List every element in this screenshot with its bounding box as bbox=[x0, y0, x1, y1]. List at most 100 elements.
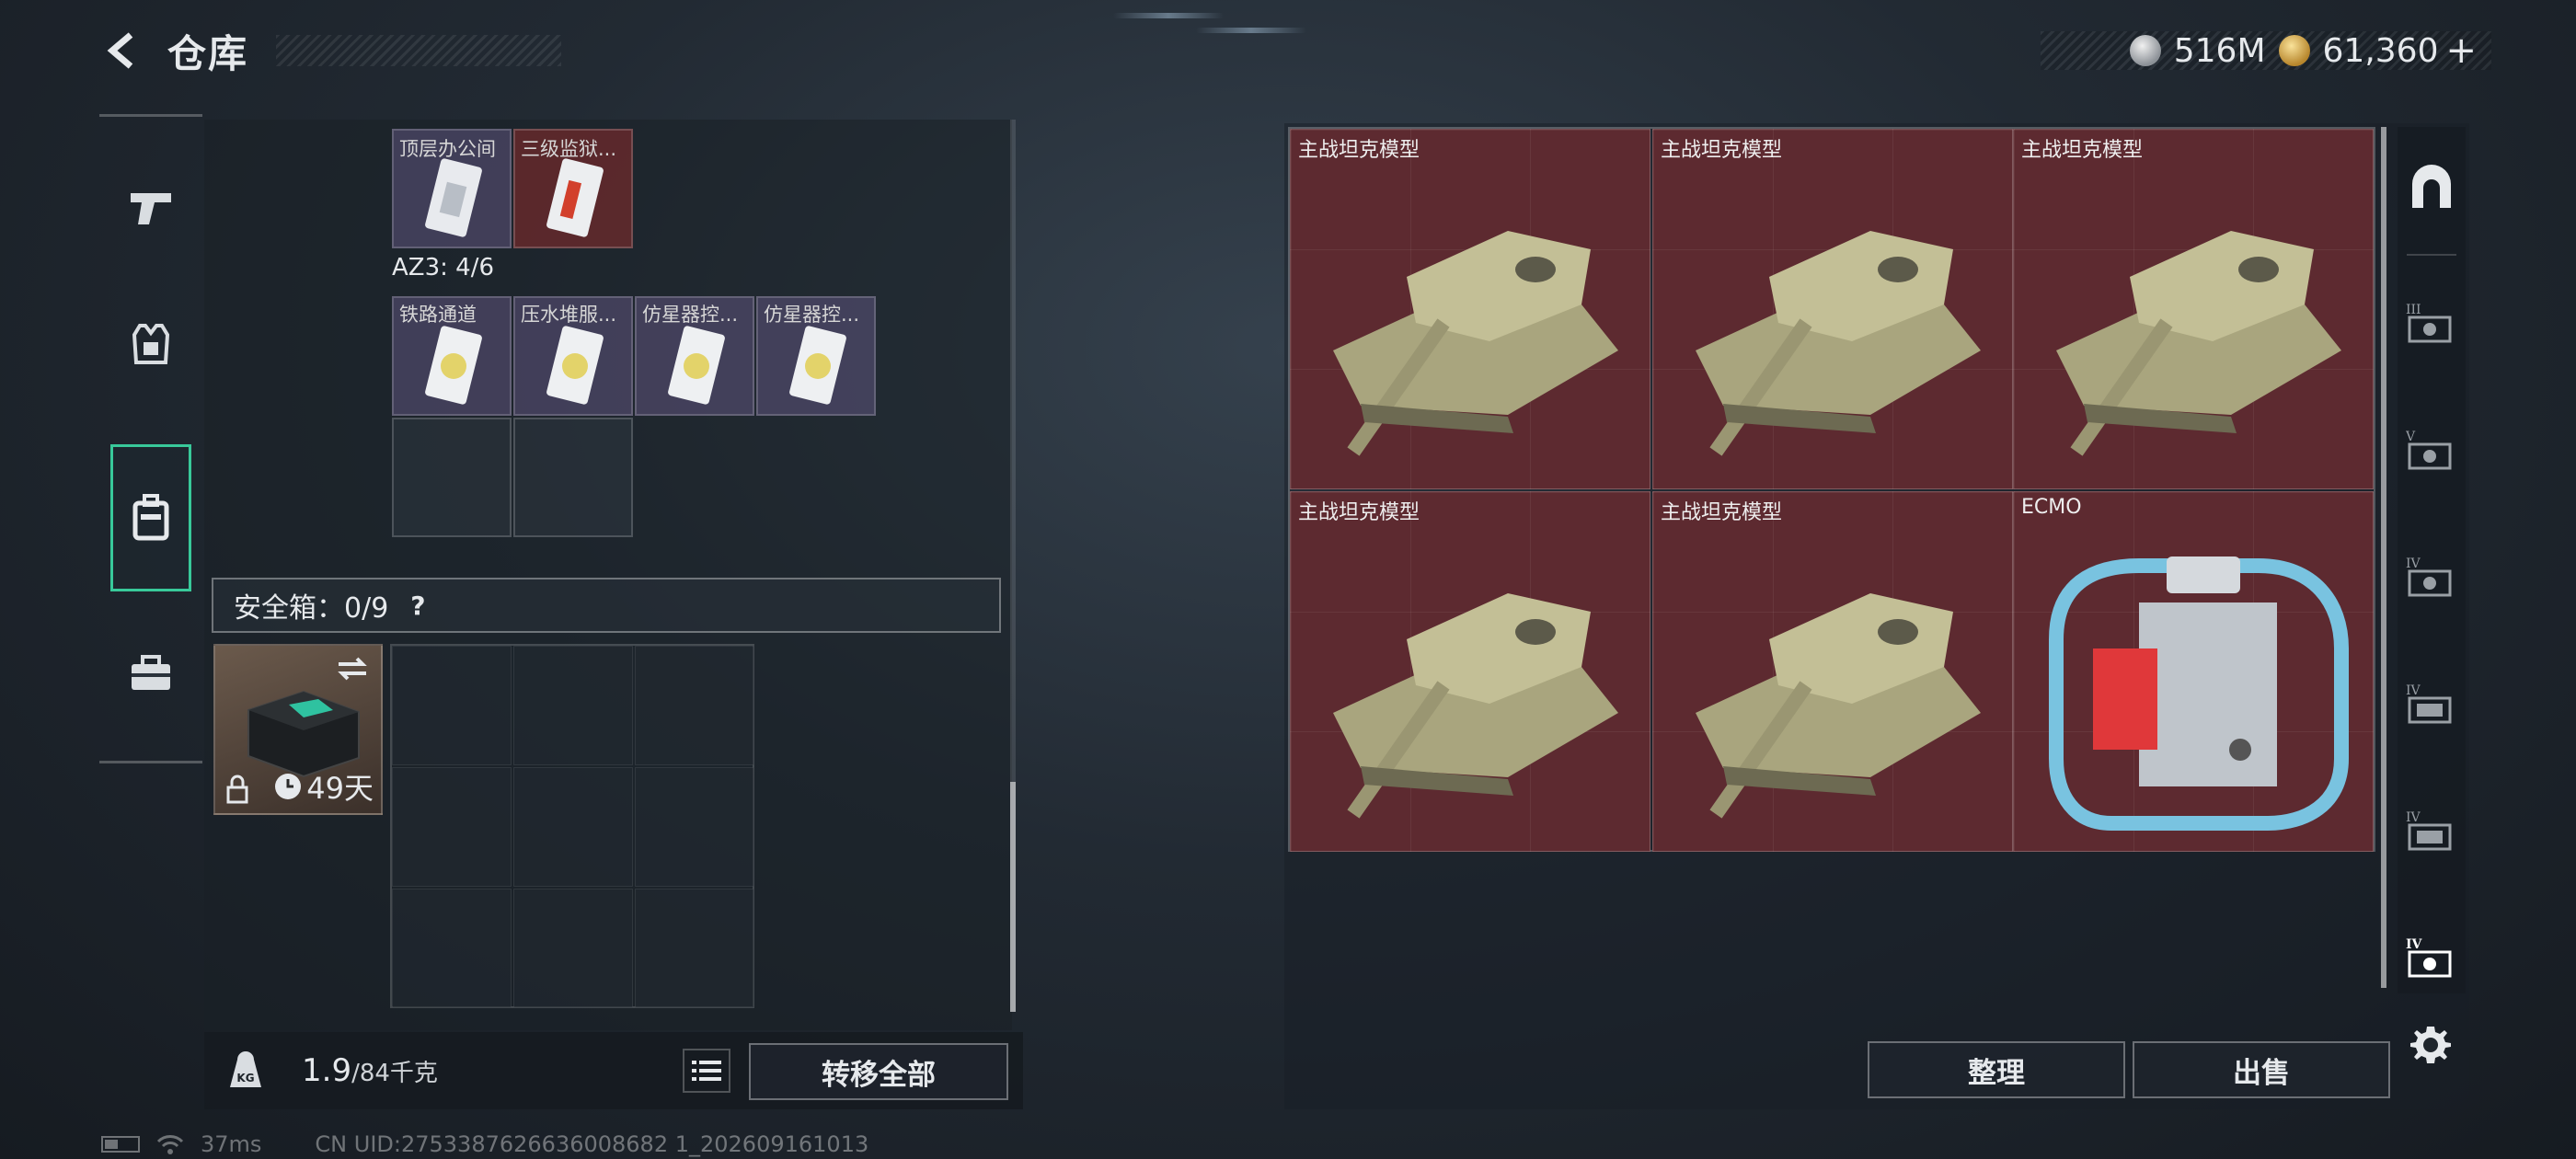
access-card-icon bbox=[789, 326, 846, 405]
stash-scrollbar[interactable] bbox=[2381, 127, 2386, 988]
vrail-item-tier3[interactable]: III bbox=[2398, 263, 2466, 383]
capacity-bar: KG 1.9/84千克 转移全部 bbox=[204, 1032, 1023, 1109]
page-title: 仓库 bbox=[167, 30, 249, 76]
category-rail bbox=[99, 114, 202, 763]
empty-slot[interactable] bbox=[635, 889, 754, 1008]
empty-slot[interactable] bbox=[392, 418, 512, 537]
stash-category-rail: III V IV IV IV IV bbox=[2398, 127, 2466, 993]
item-card-slot[interactable]: 压水堆服... bbox=[513, 296, 633, 416]
stash-item[interactable]: 主战坦克模型 bbox=[2013, 129, 2374, 489]
backpack-icon bbox=[132, 494, 169, 541]
item-label: 主战坦克模型 bbox=[1298, 501, 1420, 524]
list-icon bbox=[692, 1061, 721, 1081]
svg-text:KG: KG bbox=[236, 1072, 254, 1084]
silver-coin-icon bbox=[2129, 35, 2161, 66]
tier-v-stash-icon: V bbox=[2406, 430, 2452, 470]
tank-model-icon bbox=[1333, 593, 1618, 819]
stash-item[interactable]: ECMO bbox=[2013, 491, 2374, 852]
empty-slot[interactable] bbox=[392, 646, 512, 765]
vrail-item-arch[interactable] bbox=[2398, 127, 2466, 247]
safebox-grid bbox=[390, 644, 754, 1008]
tier-iv-stash-icon: IV bbox=[2406, 557, 2452, 597]
item-label: ECMO bbox=[2021, 496, 2082, 519]
empty-slot[interactable] bbox=[635, 646, 754, 765]
safebox-item[interactable]: 49天 bbox=[213, 644, 383, 815]
rail-item-armor[interactable] bbox=[99, 275, 202, 413]
lock-icon bbox=[226, 775, 248, 804]
stash-item[interactable]: 主战坦克模型 bbox=[1652, 491, 2013, 852]
tier-iv-stash-icon: IV bbox=[2406, 810, 2452, 851]
item-label: 主战坦克模型 bbox=[1661, 501, 1783, 524]
ping-value: 37ms bbox=[201, 1131, 262, 1157]
stash-item[interactable]: 主战坦克模型 bbox=[1290, 491, 1650, 852]
battery-icon bbox=[101, 1136, 140, 1153]
weight-kg-icon: KG bbox=[230, 1051, 261, 1087]
sell-button[interactable]: 出售 bbox=[2133, 1041, 2390, 1098]
add-currency-button[interactable]: + bbox=[2445, 29, 2477, 72]
empty-slot[interactable] bbox=[513, 646, 633, 765]
gold-currency-value: 61,360 bbox=[2322, 31, 2439, 70]
armor-vest-icon bbox=[132, 324, 170, 364]
tank-model-icon bbox=[1696, 593, 1981, 819]
tier-iii-stash-icon: III bbox=[2406, 303, 2452, 343]
settings-icon[interactable] bbox=[2409, 1023, 2453, 1067]
timer: 49天 bbox=[273, 765, 374, 808]
timer-value: 49天 bbox=[306, 771, 374, 806]
item-label: 主战坦克模型 bbox=[1661, 139, 1783, 162]
inventory-scroll-thumb[interactable] bbox=[1010, 782, 1016, 1012]
list-view-button[interactable] bbox=[683, 1049, 730, 1093]
svg-text:III: III bbox=[2406, 303, 2421, 317]
transfer-all-button[interactable]: 转移全部 bbox=[749, 1043, 1008, 1100]
arch-icon bbox=[2412, 165, 2451, 208]
tank-model-icon bbox=[1696, 231, 1981, 456]
rail-item-backpack[interactable] bbox=[110, 444, 191, 591]
stash-item[interactable]: 主战坦克模型 bbox=[1290, 129, 1650, 489]
header: 仓库 bbox=[101, 22, 248, 79]
divider bbox=[2407, 254, 2456, 256]
svg-text:V: V bbox=[2406, 430, 2416, 444]
vrail-item-tier5[interactable]: V bbox=[2398, 390, 2466, 510]
item-card-slot[interactable]: 铁路通道 bbox=[392, 296, 512, 416]
svg-text:IV: IV bbox=[2406, 557, 2421, 571]
vrail-item-tier4a[interactable]: IV bbox=[2398, 517, 2466, 637]
stash-item[interactable]: 主战坦克模型 bbox=[1652, 129, 2013, 489]
sort-button[interactable]: 整理 bbox=[1868, 1041, 2125, 1098]
empty-slot[interactable] bbox=[392, 767, 512, 887]
vrail-item-tier4b[interactable]: IV bbox=[2398, 644, 2466, 763]
uid-text: CN UID:2753387626636008682 1_20260916101… bbox=[315, 1131, 869, 1157]
vrail-item-tier4-active[interactable]: IV bbox=[2398, 898, 2466, 1017]
ecmo-machine-icon bbox=[2049, 557, 2349, 831]
safebox-header: 安全箱：0/9 ? bbox=[212, 578, 1001, 633]
access-card-icon bbox=[425, 326, 482, 405]
item-label: 主战坦克模型 bbox=[1298, 139, 1420, 162]
item-card-slot[interactable]: 仿星器控... bbox=[756, 296, 876, 416]
silver-currency-value: 516M bbox=[2173, 31, 2266, 70]
item-card-slot[interactable]: 顶层办公间 bbox=[392, 129, 512, 248]
rail-item-toolbox[interactable] bbox=[99, 604, 202, 742]
vrail-item-tier4c[interactable]: IV bbox=[2398, 771, 2466, 890]
gold-coin-icon bbox=[2278, 35, 2310, 66]
item-label: 主战坦克模型 bbox=[2021, 139, 2144, 162]
rail-item-weapons[interactable] bbox=[99, 139, 202, 277]
tank-model-icon bbox=[2056, 231, 2341, 456]
access-card-icon bbox=[546, 326, 604, 405]
svg-text:IV: IV bbox=[2406, 683, 2421, 698]
empty-slot[interactable] bbox=[635, 767, 754, 887]
svg-text:IV: IV bbox=[2406, 810, 2421, 825]
empty-slot[interactable] bbox=[513, 889, 633, 1008]
wifi-icon bbox=[156, 1135, 184, 1154]
weight-max: /84千克 bbox=[351, 1060, 438, 1087]
swap-icon[interactable] bbox=[335, 655, 370, 683]
empty-slot[interactable] bbox=[513, 767, 633, 887]
back-arrow-icon[interactable] bbox=[101, 28, 147, 74]
tier-iv-stash-icon: IV bbox=[2406, 683, 2452, 724]
tier-iv-stash-icon: IV bbox=[2406, 937, 2452, 978]
background-light-streak bbox=[1196, 28, 1306, 33]
help-icon[interactable]: ? bbox=[410, 591, 425, 621]
item-card-slot[interactable]: 三级监狱... bbox=[513, 129, 633, 248]
empty-slot[interactable] bbox=[392, 889, 512, 1008]
pistol-icon bbox=[131, 193, 171, 224]
title-decoration bbox=[276, 35, 561, 66]
item-card-slot[interactable]: 仿星器控... bbox=[635, 296, 754, 416]
empty-slot[interactable] bbox=[513, 418, 633, 537]
